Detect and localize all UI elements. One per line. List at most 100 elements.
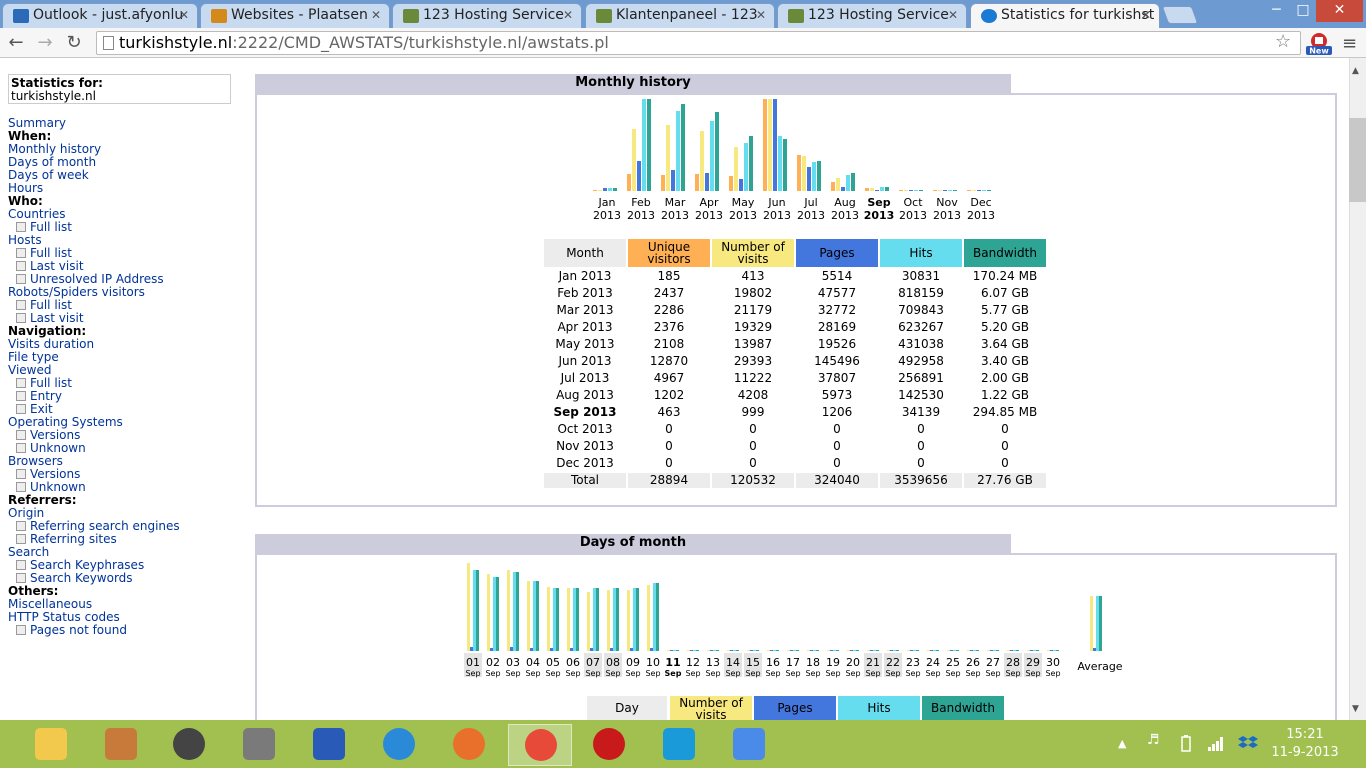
x-tick-month-abbr: Sep <box>745 669 760 678</box>
taskbar-power-icon[interactable] <box>583 724 635 766</box>
cell-value: 2437 <box>653 286 685 300</box>
x-tick-month-abbr: Sep <box>1045 669 1060 678</box>
total-row: Total 28894 120532 324040 3539656 27.76 GB <box>544 473 1046 488</box>
bar-u-jan <box>593 190 597 191</box>
menu-link-full-list[interactable]: Full list <box>8 221 238 234</box>
bar-u-aug <box>831 182 835 191</box>
tab-close-icon[interactable]: ✕ <box>563 4 573 27</box>
bar-bw-feb <box>647 99 651 191</box>
taskbar-explorer-icon[interactable] <box>25 724 77 766</box>
dropbox-icon[interactable] <box>1238 735 1258 753</box>
bar-p-sep <box>875 190 879 191</box>
bar-h-jan <box>608 188 612 191</box>
taskbar-doc-icon[interactable] <box>233 724 285 766</box>
bar-v-dec <box>972 190 976 191</box>
browser-tab[interactable]: Outlook - just.afyonlu ✕ <box>2 3 198 28</box>
chrome-icon <box>525 729 557 761</box>
x-tick-day: 22 <box>886 656 900 669</box>
forward-icon[interactable]: → <box>33 31 57 55</box>
taskbar-settings-app-icon[interactable] <box>303 724 355 766</box>
back-icon[interactable]: ← <box>4 31 28 55</box>
table-row: May 2013 2108 13987 19526 431038 3.64 GB <box>544 337 1046 352</box>
cell-value: 3.64 GB <box>980 337 1030 351</box>
cell-value: 142530 <box>898 388 944 402</box>
table-row: Jul 2013 4967 11222 37807 256891 2.00 GB <box>544 371 1046 386</box>
browser-tab[interactable]: Klantenpaneel - 123 ✕ <box>585 3 775 28</box>
cell-value: 5.77 GB <box>980 303 1030 317</box>
tab-close-icon[interactable]: ✕ <box>756 4 766 27</box>
x-tick-month: Jul <box>803 196 817 209</box>
total-label: Total <box>544 473 626 488</box>
cell-value: 2286 <box>653 303 685 317</box>
tab-close-icon[interactable]: ✕ <box>948 4 958 27</box>
bar-day-05-3 <box>556 588 559 651</box>
browser-tab[interactable]: Websites - Plaatsen ✕ <box>200 3 390 28</box>
taskbar-skype-icon[interactable] <box>653 724 705 766</box>
cell-value: 2.00 GB <box>980 371 1030 385</box>
bar-day-27-0 <box>987 650 990 651</box>
system-clock[interactable]: 15:21 11-9-2013 <box>1270 726 1340 762</box>
bar-day-14-0 <box>727 650 730 651</box>
reload-icon[interactable]: ↻ <box>62 31 86 55</box>
menu-link-pages-not-found[interactable]: Pages not found <box>8 624 238 637</box>
close-window-button[interactable]: ✕ <box>1316 0 1363 22</box>
bar-day-12-3 <box>696 650 699 651</box>
total-value: 120532 <box>712 473 794 488</box>
tab-favicon-icon <box>596 9 612 23</box>
bar-day-19-2 <box>833 650 836 651</box>
bar-day-25-1 <box>950 650 953 651</box>
bar-day-13-0 <box>707 650 710 651</box>
bar-u-oct <box>899 190 903 191</box>
bar-bw-jul <box>817 161 821 191</box>
maximize-button[interactable]: □ <box>1290 0 1316 22</box>
minimize-button[interactable]: ─ <box>1263 0 1290 22</box>
cell-value: 12870 <box>649 354 689 368</box>
bar-day-20-1 <box>850 650 853 651</box>
bar-p-jul <box>807 167 811 191</box>
tab-favicon-icon <box>403 9 419 23</box>
x-tick-month-abbr: Sep <box>825 669 840 678</box>
bar-v-jul <box>802 156 806 191</box>
x-tick-day: 07 <box>586 656 600 669</box>
x-tick-day: 08 <box>606 656 620 669</box>
tab-close-icon[interactable]: ✕ <box>179 4 189 27</box>
x-tick-day: 30 <box>1046 656 1060 669</box>
x-tick-day: 14 <box>726 656 740 669</box>
taskbar-app-icon[interactable] <box>95 724 147 766</box>
volume-icon[interactable]: ♬ <box>1147 732 1160 748</box>
network-icon[interactable] <box>1207 736 1225 752</box>
battery-icon[interactable] <box>1178 735 1194 753</box>
tab-close-icon[interactable]: ✕ <box>371 4 381 27</box>
chrome-menu-icon[interactable]: ≡ <box>1342 33 1357 54</box>
bar-day-07-1 <box>590 648 593 651</box>
browser-tab[interactable]: Statistics for turkishst ✕ <box>970 3 1160 28</box>
col-number-of-visits: Number of visits <box>712 239 794 267</box>
cell-value: 431038 <box>898 337 944 351</box>
tray-expand-icon[interactable]: ▲ <box>1118 737 1126 750</box>
x-tick-month: Nov <box>936 196 958 209</box>
scrollbar-thumb[interactable] <box>1349 118 1366 202</box>
taskbar-firefox-icon[interactable] <box>443 724 495 766</box>
taskbar-speaker-app-icon[interactable] <box>163 724 215 766</box>
taskbar-star-app-icon[interactable] <box>723 724 775 766</box>
scroll-down-icon[interactable]: ▼ <box>1352 704 1359 714</box>
bar-day-03-3 <box>516 572 519 651</box>
new-tab-button[interactable] <box>1161 6 1199 24</box>
taskbar-ie-icon[interactable] <box>373 724 425 766</box>
bookmark-star-icon[interactable]: ☆ <box>1275 31 1291 52</box>
x-tick-month: Dec <box>970 196 991 209</box>
taskbar-chrome-icon[interactable] <box>508 724 572 766</box>
browser-tab[interactable]: 123 Hosting Service ✕ <box>392 3 582 28</box>
cell-value: 29393 <box>733 354 773 368</box>
x-tick-year: 2013 <box>661 209 689 222</box>
bar-h-dec <box>982 190 986 191</box>
address-bar[interactable]: turkishstyle.nl:2222/CMD_AWSTATS/turkish… <box>96 31 1301 55</box>
browser-tab[interactable]: 123 Hosting Service ✕ <box>777 3 967 28</box>
scroll-up-icon[interactable]: ▲ <box>1352 66 1359 76</box>
page-icon <box>103 36 114 50</box>
tab-close-icon[interactable]: ✕ <box>1141 4 1151 27</box>
x-tick-month-abbr: Sep <box>665 669 682 678</box>
cell-value: 256891 <box>898 371 944 385</box>
new-extension-icon[interactable]: New <box>1305 32 1333 56</box>
bar-day-18-0 <box>807 650 810 651</box>
